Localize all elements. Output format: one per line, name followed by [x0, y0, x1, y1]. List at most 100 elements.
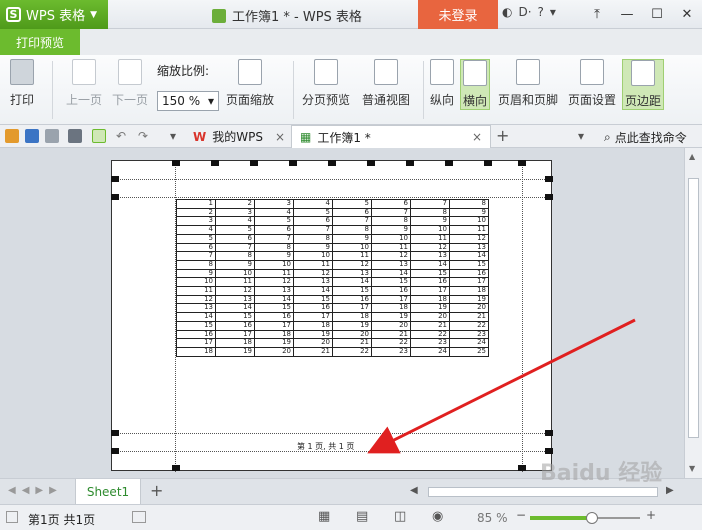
close-icon[interactable]: ✕ — [672, 0, 702, 29]
table-cell: 7 — [410, 199, 450, 209]
table-cell: 13 — [254, 286, 294, 296]
minimize-icon[interactable]: — — [612, 0, 642, 29]
portrait-button[interactable]: 纵向 — [430, 59, 454, 108]
sheet-nav-icons[interactable]: ◀◀▶▶ — [8, 485, 63, 496]
bottom-margin-line[interactable] — [112, 433, 553, 434]
tab-my-wps[interactable]: W 我的WPS × — [185, 125, 293, 148]
horizontal-scrollbar[interactable] — [428, 487, 658, 497]
right-margin-line[interactable] — [522, 161, 523, 472]
close-icon[interactable]: × — [275, 130, 285, 144]
skin-icon[interactable]: ◐ — [502, 5, 512, 19]
table-row: 5 6 7 8 9 10 11 12 — [176, 233, 489, 244]
normal-view-status-icon[interactable]: ▦ — [318, 509, 330, 524]
tab-menu-icon[interactable]: ▾ — [578, 129, 584, 143]
hscroll-left-icon[interactable]: ◀ — [410, 485, 418, 496]
export-pdf-icon[interactable] — [45, 129, 59, 143]
help-icon[interactable]: ? — [538, 5, 544, 19]
margin-handle[interactable] — [172, 160, 180, 166]
margin-handle[interactable] — [518, 160, 526, 166]
maximize-icon[interactable]: ☐ — [642, 0, 672, 29]
page-zoom-button[interactable]: 页面缩放 — [226, 59, 274, 108]
zoom-out-icon[interactable]: − — [516, 508, 526, 522]
zoom-slider-knob[interactable] — [586, 512, 599, 524]
macro-icon[interactable] — [132, 511, 146, 523]
margin-handle[interactable] — [545, 176, 553, 182]
print-button[interactable]: 打印 — [10, 59, 34, 108]
login-button[interactable]: 未登录 — [418, 0, 498, 29]
print-icon[interactable] — [68, 129, 82, 143]
window-controls: ⤒ — ☐ ✕ — [582, 0, 702, 29]
margin-handle[interactable] — [172, 465, 180, 471]
margin-handle[interactable] — [111, 194, 119, 200]
header-margin-line[interactable] — [112, 179, 553, 180]
margin-handle[interactable] — [445, 160, 453, 166]
table-cell: 4 — [176, 225, 216, 235]
table-cell: 22 — [449, 320, 489, 331]
table-cell: 16 — [371, 286, 411, 296]
tab-workbook1[interactable]: ▦ 工作簿1 * × — [291, 125, 491, 148]
zoom-in-icon[interactable]: + — [646, 508, 656, 522]
tab-print-preview[interactable]: 打印预览 — [0, 29, 80, 55]
page-break-status-icon[interactable]: ▤ — [356, 509, 368, 524]
prev-page-label: 上一页 — [66, 93, 103, 107]
redo-icon[interactable]: ↷ — [138, 129, 152, 143]
status-check-icon[interactable] — [6, 511, 18, 523]
zoom-percent: 85 % — [477, 511, 508, 525]
close-icon[interactable]: × — [472, 130, 482, 144]
hscroll-right-icon[interactable]: ▶ — [666, 485, 674, 496]
prev-page-button[interactable]: 上一页 — [66, 59, 102, 108]
scroll-thumb[interactable] — [688, 178, 699, 438]
table-cell: 13 — [371, 259, 411, 270]
margin-handle[interactable] — [545, 194, 553, 200]
scroll-down-icon[interactable]: ▼ — [689, 464, 695, 473]
table-cell: 22 — [332, 346, 372, 357]
app-menu-button[interactable]: S WPS 表格 ▼ — [0, 0, 108, 29]
normal-view-label: 普通视图 — [362, 93, 411, 107]
margin-handle[interactable] — [545, 448, 553, 454]
page-setup-button[interactable]: 页面设置 — [568, 59, 616, 108]
top-margin-line[interactable] — [112, 197, 553, 198]
new-tab-icon[interactable]: + — [496, 126, 509, 145]
eye-protect-icon[interactable]: ◉ — [432, 509, 443, 524]
scroll-up-icon[interactable]: ▲ — [689, 152, 695, 161]
margin-handle[interactable] — [484, 160, 492, 166]
landscape-button[interactable]: 横向 — [460, 59, 491, 110]
margin-handle[interactable] — [406, 160, 414, 166]
margin-handle[interactable] — [545, 430, 553, 436]
save-icon[interactable] — [25, 129, 39, 143]
normal-view-button[interactable]: 普通视图 — [362, 59, 410, 108]
zoom-slider-fill — [530, 516, 593, 520]
margin-handle[interactable] — [328, 160, 336, 166]
margin-handle[interactable] — [250, 160, 258, 166]
more-icon[interactable]: ▾ — [550, 5, 556, 19]
margin-handle[interactable] — [111, 448, 119, 454]
open-icon[interactable] — [5, 129, 19, 143]
normal-view-icon — [374, 59, 398, 85]
table-cell: 25 — [449, 346, 489, 357]
table-cell: 5 — [332, 199, 372, 209]
table-row: 11 12 13 14 15 16 17 18 — [176, 286, 489, 296]
command-search[interactable]: ⌕ 点此查找命令 — [604, 129, 687, 146]
header-footer-icon — [516, 59, 540, 85]
header-footer-button[interactable]: 页眉和页脚 — [498, 59, 558, 108]
share-icon[interactable]: D· — [518, 5, 531, 19]
margin-handle[interactable] — [111, 176, 119, 182]
next-page-button[interactable]: 下一页 — [112, 59, 148, 108]
undo-icon[interactable]: ↶ — [116, 129, 130, 143]
add-sheet-icon[interactable]: + — [150, 481, 163, 500]
landscape-icon — [463, 60, 487, 86]
qa-dropdown-icon[interactable]: ▾ — [170, 129, 184, 143]
margin-handle[interactable] — [518, 465, 526, 471]
vertical-scrollbar[interactable]: ▲ ▼ — [684, 148, 702, 478]
page-break-preview-button[interactable]: 分页预览 — [302, 59, 350, 108]
sheet-tab-sheet1[interactable]: Sheet1 — [75, 479, 141, 505]
margins-button[interactable]: 页边距 — [622, 59, 665, 110]
zoom-select[interactable]: 150 % ▾ — [157, 91, 219, 111]
restore-layout-icon[interactable]: ⤒ — [582, 0, 612, 29]
margin-handle[interactable] — [289, 160, 297, 166]
margin-handle[interactable] — [211, 160, 219, 166]
reading-view-icon[interactable]: ◫ — [394, 509, 406, 524]
margin-handle[interactable] — [111, 430, 119, 436]
print-preview-icon[interactable] — [92, 129, 106, 143]
margin-handle[interactable] — [367, 160, 375, 166]
